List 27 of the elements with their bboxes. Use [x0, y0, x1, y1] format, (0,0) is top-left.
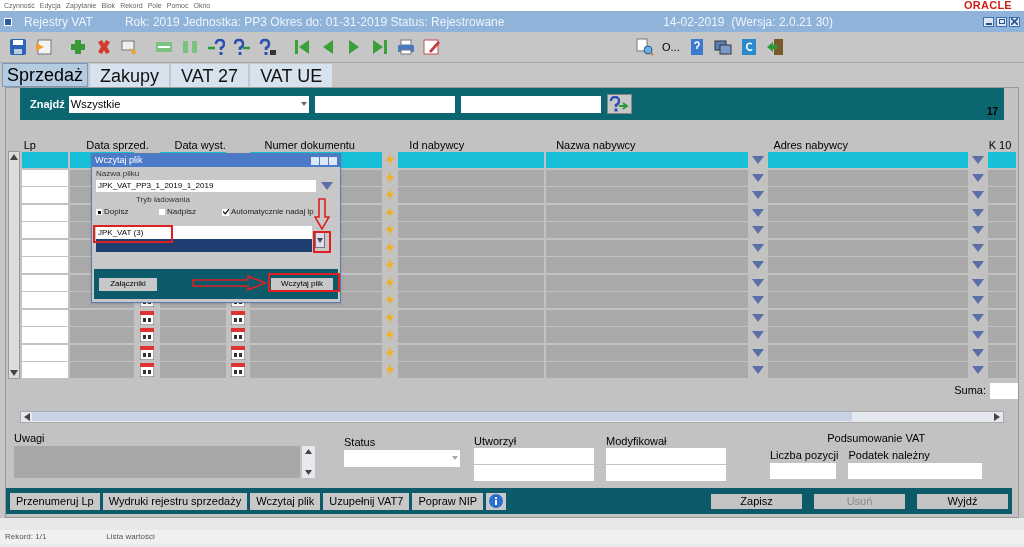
search-label: Znajdź — [30, 96, 65, 112]
window-title: Rejestry VAT — [24, 13, 93, 31]
window-info: Rok: 2019 Jednostka: PP3 Okres do: 01-31-2019 Status: Rejestrowane — [124, 13, 505, 31]
column-header: Adres nabywcy — [773, 140, 849, 151]
field-label: Nazwa pliku — [96, 170, 141, 178]
column-header: Nazwa nabywcy — [556, 140, 637, 151]
record-count: 17 — [986, 105, 998, 119]
field-label: Podatek należny — [848, 449, 931, 461]
sum-label: Suma: — [954, 383, 986, 399]
field-label: Modyfikował — [606, 435, 668, 447]
field-label: Utworzył — [474, 435, 518, 447]
column-header: Lp — [23, 140, 37, 151]
column-header: Numer dokumentu — [264, 140, 356, 151]
column-header: Data sprzed. — [86, 140, 150, 151]
status-text: Lista wartości — [106, 533, 155, 541]
field-label: Status — [344, 436, 377, 448]
window-date: 14-02-2019 (Wersja: 2.0.21 30) — [663, 13, 833, 31]
group-label: Tryb ładowania — [136, 196, 191, 204]
column-header: K 10 — [988, 140, 1013, 151]
status-text: Rekord: 1/1 — [5, 533, 47, 541]
column-header: Id nabywcy — [409, 140, 466, 151]
logo: ORACLE — [963, 0, 1012, 11]
field-label: Liczba pozycji — [770, 449, 839, 461]
summary-title: Podsumowanie VAT — [827, 432, 926, 444]
field-label: Uwagi — [14, 432, 46, 444]
dialog-title: Wczytaj plik — [95, 156, 143, 165]
column-header: Data wyst. — [174, 140, 227, 151]
